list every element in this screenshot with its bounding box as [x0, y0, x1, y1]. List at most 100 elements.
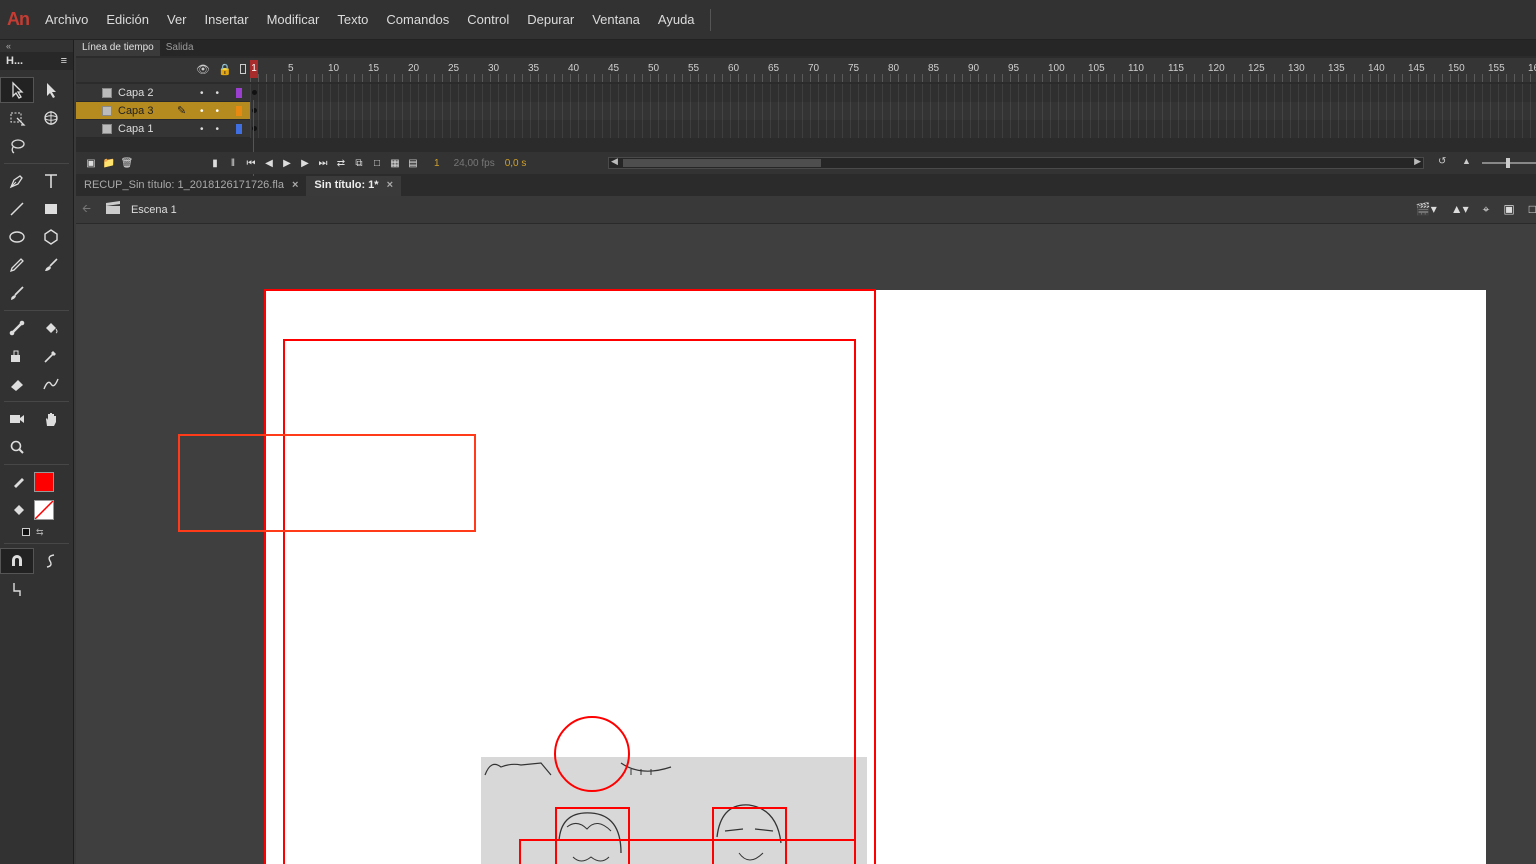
- scroll-thumb[interactable]: [623, 159, 821, 167]
- tab-output[interactable]: Salida: [160, 40, 200, 56]
- sync-icon[interactable]: ↺: [1438, 156, 1446, 167]
- go-first-frame-icon[interactable]: ⏮: [242, 158, 260, 169]
- scene-breadcrumb[interactable]: Escena 1: [131, 204, 177, 216]
- menu-insertar[interactable]: Insertar: [196, 12, 258, 27]
- scroll-left-icon[interactable]: ◀: [611, 156, 618, 167]
- edit-multiple-frames-icon[interactable]: ▦: [386, 158, 404, 169]
- oval-tool-icon[interactable]: [0, 224, 34, 250]
- tab-timeline[interactable]: Línea de tiempo: [76, 40, 160, 56]
- rectangle-tool-icon[interactable]: [34, 196, 68, 222]
- scroll-right-icon[interactable]: ▶: [1414, 156, 1421, 167]
- timeline-scrollbar[interactable]: ◀ ▶: [608, 156, 1424, 169]
- selection-tool-icon[interactable]: [0, 77, 34, 103]
- layer-visibility-lock-dots[interactable]: ••: [200, 88, 231, 99]
- step-forward-icon[interactable]: ▶: [296, 158, 314, 169]
- onion-skin-icon[interactable]: ⧉: [350, 158, 368, 169]
- go-last-frame-icon[interactable]: ⏭: [314, 158, 332, 169]
- layer-frames[interactable]: [250, 102, 1536, 120]
- layer-row[interactable]: Capa 2 ••: [76, 84, 1536, 102]
- outline-all-icon[interactable]: [239, 64, 246, 74]
- line-tool-icon[interactable]: [0, 196, 34, 222]
- new-layer-icon[interactable]: ▣: [82, 158, 100, 169]
- edit-symbols-icon[interactable]: ▲▾: [1451, 202, 1469, 217]
- layer-frames[interactable]: [250, 84, 1536, 102]
- layer-row[interactable]: Capa 1 ••: [76, 120, 1536, 138]
- doc-tab-label[interactable]: Sin título: 1*: [314, 179, 378, 193]
- center-frame-icon[interactable]: ▮: [206, 158, 224, 169]
- zoom-menu-icon[interactable]: □: [1529, 202, 1536, 217]
- panel-menu-icon[interactable]: ≡: [61, 55, 67, 67]
- paint-bucket-tool-icon[interactable]: [34, 315, 68, 341]
- subselection-tool-icon[interactable]: [34, 77, 68, 103]
- close-tab-icon[interactable]: ×: [292, 179, 298, 193]
- layer-name[interactable]: Capa 1: [118, 123, 178, 135]
- zoom-out-icon[interactable]: ▲: [1462, 156, 1471, 166]
- menu-archivo[interactable]: Archivo: [36, 12, 97, 27]
- stage-drawing[interactable]: [76, 224, 1536, 864]
- menu-texto[interactable]: Texto: [328, 12, 377, 27]
- layer-name[interactable]: Capa 2: [118, 87, 178, 99]
- pen-tool-icon[interactable]: [0, 168, 34, 194]
- straighten-icon[interactable]: [0, 576, 34, 602]
- camera-tool-icon[interactable]: [0, 406, 34, 432]
- center-stage-icon[interactable]: ⌖: [1483, 202, 1490, 217]
- edit-scene-icon[interactable]: 🎬▾: [1416, 202, 1437, 217]
- hand-tool-icon[interactable]: [34, 406, 68, 432]
- playhead[interactable]: 1: [250, 60, 258, 78]
- default-colors-icon[interactable]: [22, 528, 30, 536]
- menu-ayuda[interactable]: Ayuda: [649, 12, 704, 27]
- pencil-tool-icon[interactable]: [0, 252, 34, 278]
- doc-tab-label[interactable]: RECUP_Sin título: 1_2018126171726.fla: [84, 179, 284, 193]
- layer-outline-color[interactable]: [236, 106, 242, 116]
- doc-tab[interactable]: RECUP_Sin título: 1_2018126171726.fla ×: [76, 176, 306, 196]
- fps-readout[interactable]: 24,00 fps: [454, 158, 495, 169]
- loop-icon[interactable]: ⇄: [332, 158, 350, 169]
- snap-to-objects-icon[interactable]: [0, 548, 34, 574]
- doc-tab-active[interactable]: Sin título: 1* ×: [306, 176, 402, 196]
- text-tool-icon[interactable]: [34, 168, 68, 194]
- layer-name[interactable]: Capa 3: [118, 105, 178, 117]
- brush-tool-icon[interactable]: [0, 280, 34, 306]
- frame-ruler[interactable]: 1510152025303540455055606570758085909510…: [250, 58, 1536, 82]
- polystar-tool-icon[interactable]: [34, 224, 68, 250]
- show-hide-all-icon[interactable]: 👁: [196, 63, 210, 76]
- menu-comandos[interactable]: Comandos: [377, 12, 458, 27]
- new-folder-icon[interactable]: 📁: [100, 158, 118, 169]
- menu-modificar[interactable]: Modificar: [258, 12, 329, 27]
- column-resize-icon[interactable]: ‖: [224, 158, 242, 169]
- timeline-zoom-slider[interactable]: [1482, 158, 1536, 168]
- stage-area[interactable]: [76, 224, 1536, 864]
- menu-edicion[interactable]: Edición: [97, 12, 158, 27]
- eyedropper-tool-icon[interactable]: [34, 343, 68, 369]
- width-tool-icon[interactable]: [34, 371, 68, 397]
- lasso-tool-icon[interactable]: [0, 133, 34, 159]
- keyframe[interactable]: [252, 90, 257, 95]
- clip-content-icon[interactable]: ▣: [1503, 202, 1514, 217]
- layer-frames[interactable]: [250, 120, 1536, 138]
- layer-row-selected[interactable]: Capa 3 ✎ ••: [76, 102, 1536, 120]
- layer-outline-color[interactable]: [236, 124, 242, 134]
- layer-visibility-lock-dots[interactable]: ••: [200, 124, 231, 135]
- layer-outline-color[interactable]: [236, 88, 242, 98]
- onion-outlines-icon[interactable]: □: [368, 158, 386, 169]
- menu-ver[interactable]: Ver: [158, 12, 196, 27]
- layer-visibility-lock-dots[interactable]: ••: [200, 106, 231, 117]
- collapse-panel-button[interactable]: «: [0, 40, 73, 52]
- back-arrow-icon[interactable]: 🡨: [82, 200, 91, 219]
- paint-brush-tool-icon[interactable]: [34, 252, 68, 278]
- zoom-tool-icon[interactable]: [0, 434, 34, 460]
- free-transform-tool-icon[interactable]: [0, 105, 34, 131]
- delete-layer-icon[interactable]: 🗑: [118, 158, 136, 169]
- lock-all-icon[interactable]: 🔒: [218, 63, 232, 76]
- menu-depurar[interactable]: Depurar: [518, 12, 583, 27]
- swap-colors-icon[interactable]: ⇆: [36, 527, 44, 538]
- stroke-color-swatch[interactable]: [34, 472, 54, 492]
- modify-markers-icon[interactable]: ▤: [404, 158, 422, 169]
- fill-color-swatch[interactable]: [34, 500, 54, 520]
- menu-ventana[interactable]: Ventana: [583, 12, 649, 27]
- menu-control[interactable]: Control: [458, 12, 518, 27]
- close-tab-icon[interactable]: ×: [387, 179, 393, 193]
- smooth-icon[interactable]: [34, 548, 68, 574]
- play-icon[interactable]: ▶: [278, 158, 296, 169]
- eraser-tool-icon[interactable]: [0, 371, 34, 397]
